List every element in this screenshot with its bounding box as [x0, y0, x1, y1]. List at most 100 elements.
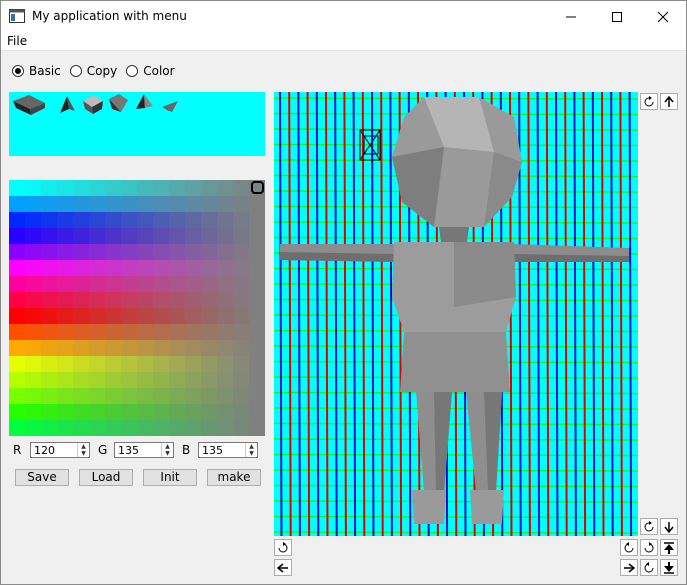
g-up-icon[interactable]: ▲: [162, 443, 173, 450]
g-spinbox[interactable]: 135 ▲ ▼: [114, 442, 174, 458]
palette-swatch[interactable]: [249, 308, 265, 325]
palette-swatch[interactable]: [105, 212, 122, 229]
palette-swatch[interactable]: [89, 340, 106, 357]
palette-swatch[interactable]: [153, 244, 170, 261]
palette-swatch[interactable]: [169, 308, 186, 325]
palette-swatch[interactable]: [105, 324, 122, 341]
palette-swatch[interactable]: [185, 420, 202, 436]
palette-swatch[interactable]: [89, 324, 106, 341]
palette-swatch[interactable]: [57, 292, 74, 309]
palette-swatch[interactable]: [57, 340, 74, 357]
radio-color[interactable]: Color: [126, 64, 175, 78]
palette-swatch[interactable]: [153, 212, 170, 229]
palette-swatch[interactable]: [233, 340, 250, 357]
rotate-right-button[interactable]: [640, 539, 658, 556]
palette-swatch[interactable]: [185, 404, 202, 421]
palette-swatch[interactable]: [185, 212, 202, 229]
palette-swatch[interactable]: [137, 276, 154, 293]
palette-swatch[interactable]: [57, 308, 74, 325]
palette-swatch[interactable]: [73, 388, 90, 405]
palette-swatch[interactable]: [201, 420, 218, 436]
palette-swatch[interactable]: [41, 356, 58, 373]
palette-swatch[interactable]: [121, 420, 138, 436]
palette-swatch[interactable]: [41, 260, 58, 277]
palette-swatch[interactable]: [169, 260, 186, 277]
palette-swatch[interactable]: [217, 196, 234, 213]
palette-swatch[interactable]: [105, 196, 122, 213]
palette-swatch[interactable]: [73, 356, 90, 373]
palette-swatch[interactable]: [153, 404, 170, 421]
palette-swatch[interactable]: [249, 356, 265, 373]
rotate-back-button[interactable]: [640, 559, 658, 576]
shape-selector[interactable]: [9, 92, 265, 156]
palette-swatch[interactable]: [121, 372, 138, 389]
palette-swatch[interactable]: [169, 356, 186, 373]
b-spin-arrows[interactable]: ▲ ▼: [245, 443, 257, 457]
palette-swatch[interactable]: [25, 404, 42, 421]
palette-swatch[interactable]: [233, 404, 250, 421]
palette-swatch[interactable]: [89, 196, 106, 213]
palette-swatch[interactable]: [105, 180, 122, 197]
move-right-button[interactable]: [620, 559, 638, 576]
palette-swatch[interactable]: [105, 404, 122, 421]
b-down-icon[interactable]: ▼: [246, 450, 257, 457]
palette-swatch[interactable]: [41, 212, 58, 229]
palette-swatch[interactable]: [25, 244, 42, 261]
palette-swatch[interactable]: [169, 420, 186, 436]
palette-swatch[interactable]: [169, 324, 186, 341]
palette-swatch[interactable]: [249, 324, 265, 341]
palette-swatch[interactable]: [121, 404, 138, 421]
r-value[interactable]: 120: [34, 444, 55, 457]
palette-swatch[interactable]: [249, 404, 265, 421]
palette-swatch[interactable]: [57, 180, 74, 197]
palette-swatch[interactable]: [233, 372, 250, 389]
palette-swatch[interactable]: [233, 308, 250, 325]
palette-swatch[interactable]: [105, 420, 122, 436]
palette-swatch[interactable]: [41, 196, 58, 213]
palette-swatch[interactable]: [121, 276, 138, 293]
palette-swatch[interactable]: [25, 260, 42, 277]
palette-swatch[interactable]: [25, 276, 42, 293]
palette-swatch[interactable]: [169, 180, 186, 197]
minimize-button[interactable]: [548, 1, 594, 32]
palette-swatch[interactable]: [121, 388, 138, 405]
palette-swatch[interactable]: [185, 324, 202, 341]
palette-swatch[interactable]: [25, 340, 42, 357]
palette-swatch[interactable]: [137, 308, 154, 325]
palette-swatch[interactable]: [249, 260, 265, 277]
palette-swatch[interactable]: [25, 372, 42, 389]
init-button[interactable]: Init: [143, 469, 197, 486]
palette-swatch[interactable]: [9, 196, 26, 213]
palette-swatch[interactable]: [201, 180, 218, 197]
palette-swatch[interactable]: [89, 244, 106, 261]
palette-swatch[interactable]: [169, 404, 186, 421]
palette-swatch[interactable]: [153, 372, 170, 389]
close-button[interactable]: [640, 1, 686, 32]
palette-swatch[interactable]: [233, 228, 250, 245]
palette-swatch[interactable]: [105, 356, 122, 373]
palette-swatch[interactable]: [121, 260, 138, 277]
palette-swatch[interactable]: [233, 180, 250, 197]
3d-viewport[interactable]: [274, 92, 638, 536]
palette-swatch[interactable]: [201, 308, 218, 325]
palette-swatch[interactable]: [153, 324, 170, 341]
palette-swatch[interactable]: [153, 196, 170, 213]
palette-swatch[interactable]: [185, 196, 202, 213]
palette-swatch[interactable]: [137, 212, 154, 229]
palette-swatch[interactable]: [169, 228, 186, 245]
palette-swatch[interactable]: [137, 196, 154, 213]
palette-swatch[interactable]: [41, 420, 58, 436]
palette-swatch[interactable]: [169, 292, 186, 309]
palette-swatch[interactable]: [25, 292, 42, 309]
palette-swatch[interactable]: [137, 180, 154, 197]
palette-swatch[interactable]: [169, 276, 186, 293]
palette-swatch[interactable]: [217, 228, 234, 245]
b-up-icon[interactable]: ▲: [246, 443, 257, 450]
color-palette[interactable]: [9, 180, 265, 436]
g-value[interactable]: 135: [118, 444, 139, 457]
maximize-button[interactable]: [594, 1, 640, 32]
palette-swatch[interactable]: [105, 308, 122, 325]
palette-swatch[interactable]: [57, 356, 74, 373]
palette-swatch[interactable]: [41, 404, 58, 421]
palette-swatch[interactable]: [105, 372, 122, 389]
